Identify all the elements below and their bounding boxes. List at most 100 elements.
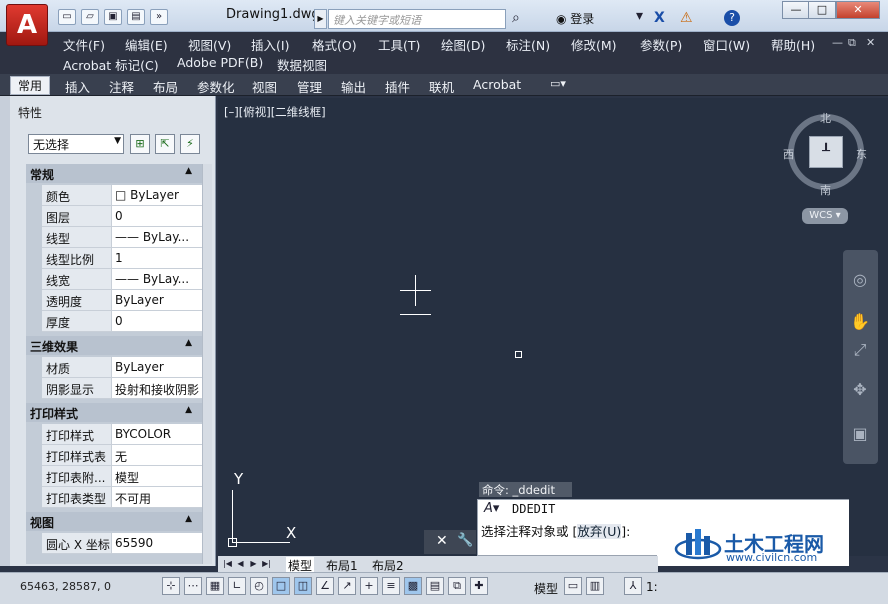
menu-dimension[interactable]: 标注(N) (506, 35, 550, 54)
property-value[interactable]: BYCOLOR (112, 424, 202, 445)
compass-west[interactable]: 西 (783, 146, 794, 162)
property-value[interactable]: —— ByLay... (112, 269, 202, 290)
menu-adobe-pdf[interactable]: Adobe PDF(B) (177, 55, 263, 70)
tab-manage[interactable]: 管理 (297, 77, 322, 96)
select-objects-icon[interactable]: ⇱ (155, 134, 175, 154)
quick-select-icon[interactable]: ⚡ (180, 134, 200, 154)
property-row[interactable]: 颜色 □ ByLayer (42, 185, 202, 206)
compass-east[interactable]: 东 (856, 146, 867, 162)
property-row[interactable]: 线型比例 1 (42, 248, 202, 269)
next-tab-icon[interactable]: ▶ (248, 557, 259, 570)
property-row[interactable]: 打印表类型 不可用 (42, 487, 202, 508)
property-value[interactable]: 0 (112, 206, 202, 227)
otrack-icon[interactable]: ∠ (316, 577, 334, 595)
quick-properties-icon[interactable]: ▤ (426, 577, 444, 595)
search-expand-icon[interactable]: ▶ (314, 9, 327, 29)
property-value[interactable]: 不可用 (112, 487, 202, 508)
property-row[interactable]: 打印样式表无 (42, 445, 202, 466)
property-value[interactable]: ByLayer (112, 357, 202, 378)
property-value[interactable]: —— ByLay... (112, 227, 202, 248)
compass-north[interactable]: 北 (820, 110, 831, 126)
property-value[interactable]: 投射和接收阴影 (112, 378, 202, 399)
command-prompt[interactable]: 选择注释对象或 [放弃(U)]: (481, 521, 630, 540)
property-row[interactable]: 透明度 ByLayer (42, 290, 202, 311)
menu-insert[interactable]: 插入(I) (251, 35, 289, 54)
section-3d-effects[interactable]: 三维效果 ▲ (26, 336, 202, 355)
mdi-minimize-button[interactable]: — (832, 36, 843, 49)
subscription-icon[interactable]: ⚠ (680, 10, 693, 26)
login-button[interactable]: ◉ 登录 (556, 10, 594, 27)
property-value[interactable]: 0 (112, 311, 202, 332)
property-value[interactable]: □ ByLayer (112, 185, 202, 206)
last-tab-icon[interactable]: ▶| (261, 557, 272, 570)
quick-view-drawings-icon[interactable]: ▥ (586, 577, 604, 595)
prev-tab-icon[interactable]: ◀ (235, 557, 246, 570)
minimize-button[interactable]: — (782, 1, 810, 19)
maximize-button[interactable]: □ (808, 1, 836, 19)
property-value[interactable]: 无 (112, 445, 202, 466)
menu-draw[interactable]: 绘图(D) (441, 35, 485, 54)
coordinates-readout[interactable]: 65463, 28587, 0 (20, 580, 111, 593)
polar-icon[interactable]: ◴ (250, 577, 268, 595)
lineweight-icon[interactable]: ≡ (382, 577, 400, 595)
annotation-monitor-icon[interactable]: ✚ (470, 577, 488, 595)
tab-acrobat[interactable]: Acrobat (473, 77, 521, 92)
ribbon-minimize-icon[interactable]: ▭▾ (550, 77, 566, 90)
snap-icon[interactable]: ⋯ (184, 577, 202, 595)
property-value[interactable]: ByLayer (112, 290, 202, 311)
menu-edit[interactable]: 编辑(E) (125, 35, 168, 54)
saveas-icon[interactable]: ▤ (127, 9, 145, 25)
compass-south[interactable]: 南 (820, 182, 831, 198)
orbit-icon[interactable]: ✥ (848, 380, 872, 402)
mdi-close-button[interactable]: ✕ (866, 36, 875, 49)
menu-acrobat-markup[interactable]: Acrobat 标记(C) (63, 55, 159, 74)
selection-cycling-icon[interactable]: ⧉ (448, 577, 466, 595)
mdi-restore-button[interactable]: ⧉ (848, 36, 856, 50)
quick-view-layouts-icon[interactable]: ▭ (564, 577, 582, 595)
property-row[interactable]: 打印样式 BYCOLOR (42, 424, 202, 445)
tab-output[interactable]: 输出 (341, 77, 366, 96)
tab-annotate[interactable]: 注释 (109, 77, 134, 96)
tab-insert[interactable]: 插入 (65, 77, 90, 96)
section-plot-style[interactable]: 打印样式 ▲ (26, 403, 202, 422)
x-exchange-icon[interactable]: X (654, 10, 665, 26)
save-icon[interactable]: ▣ (104, 9, 122, 25)
new-icon[interactable]: ▭ (58, 9, 76, 25)
property-row[interactable]: 线宽 —— ByLay... (42, 269, 202, 290)
pan-hand-icon[interactable]: ✋ (848, 312, 872, 334)
zoom-extents-icon[interactable]: ⤢ (848, 340, 872, 362)
first-tab-icon[interactable]: |◀ (222, 557, 233, 570)
menu-format[interactable]: 格式(O) (312, 35, 357, 54)
tab-view[interactable]: 视图 (252, 77, 277, 96)
toggle-pickadd-icon[interactable]: ⊞ (130, 134, 150, 154)
menu-data-view[interactable]: 数据视图 (277, 55, 327, 74)
close-icon[interactable]: ✕ (436, 533, 448, 549)
property-row[interactable]: 线型 —— ByLay... (42, 227, 202, 248)
model-space-toggle[interactable]: 模型 (534, 580, 558, 597)
app-menu-button[interactable]: A (6, 4, 48, 46)
property-value[interactable]: 1 (112, 248, 202, 269)
menu-help[interactable]: 帮助(H) (771, 35, 815, 54)
tab-plugins[interactable]: 插件 (385, 77, 410, 96)
tab-home[interactable]: 常用 (10, 76, 50, 95)
viewport-controls[interactable]: [–][俯视][二维线框] (224, 104, 326, 120)
property-value[interactable]: 65590 (112, 533, 202, 554)
annotation-scale-icon[interactable]: ⅄ (624, 577, 642, 595)
wrench-icon[interactable]: 🔧 (457, 533, 473, 548)
prompt-option[interactable]: 放弃(U) (577, 524, 622, 539)
palette-grip[interactable] (0, 96, 10, 566)
binoculars-icon[interactable]: ⌕ (512, 10, 520, 26)
wcs-menu-button[interactable]: WCS ▾ (802, 208, 848, 224)
property-row[interactable]: 阴影显示 投射和接收阴影 (42, 378, 202, 399)
menu-tools[interactable]: 工具(T) (378, 35, 420, 54)
section-general[interactable]: 常规 ▲ (26, 164, 202, 183)
menu-modify[interactable]: 修改(M) (571, 35, 617, 54)
grid-icon[interactable]: ▦ (206, 577, 224, 595)
menu-file[interactable]: 文件(F) (63, 35, 105, 54)
showmotion-icon[interactable]: ▣ (848, 424, 872, 446)
property-row[interactable]: 圆心 X 坐标 65590 (42, 533, 202, 554)
dynamic-input-icon[interactable]: + (360, 577, 378, 595)
exchange-icon[interactable]: ▾ (636, 8, 643, 24)
ucs-dynamic-icon[interactable]: ↗ (338, 577, 356, 595)
property-row[interactable]: 打印表附... 模型 (42, 466, 202, 487)
